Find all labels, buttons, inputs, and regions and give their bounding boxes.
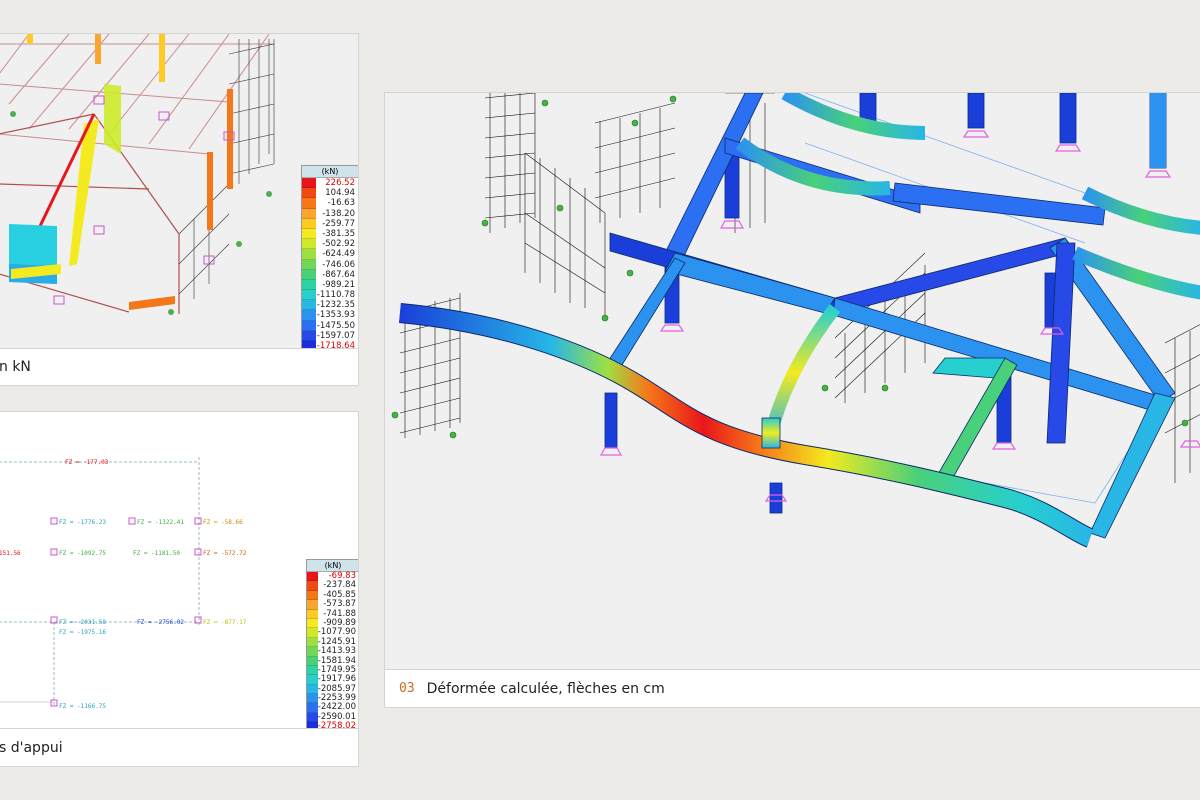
svg-text:FZ = -1975.16: FZ = -1975.16 bbox=[59, 629, 106, 636]
legend-value: -502.92 bbox=[322, 239, 355, 250]
legend-unit: (kN) bbox=[302, 166, 358, 178]
legend-color-swatch bbox=[302, 259, 316, 270]
legend-color-swatch bbox=[302, 330, 316, 341]
legend-color-swatch bbox=[302, 310, 316, 321]
svg-text:FZ = -2756.02: FZ = -2756.02 bbox=[137, 619, 184, 626]
legend-color-swatch bbox=[307, 647, 318, 657]
caption-number: 03 bbox=[399, 681, 415, 696]
legend-color-swatch bbox=[307, 675, 318, 685]
legend-color-bar bbox=[307, 572, 318, 730]
legend-color-swatch bbox=[302, 178, 316, 189]
result-panel-reactions: FZ = -1776.23 FZ = -1322.41 FZ = -58.66 … bbox=[0, 411, 359, 767]
legend-color-swatch bbox=[302, 188, 316, 199]
model-view-forces[interactable]: (kN) 226.52 104.94 -16.63 -138.20 -259.77 -38… bbox=[0, 34, 358, 350]
panel-caption: 03 Déformée calculée, flèches en cm bbox=[385, 669, 1200, 707]
legend-color-swatch bbox=[307, 618, 318, 629]
legend-color-swatch bbox=[307, 581, 318, 591]
legend-value: 104.94 bbox=[325, 188, 355, 199]
legend-value: -624.49 bbox=[322, 249, 355, 260]
legend-color-swatch bbox=[307, 590, 318, 601]
color-scale-legend: (kN) 226.52 104.94 -16.63 -138.20 -259.77 -38… bbox=[301, 165, 358, 350]
legend-value: -16.63 bbox=[327, 198, 355, 209]
legend-color-swatch bbox=[307, 684, 318, 695]
legend-value: -1232.35 bbox=[316, 300, 355, 311]
legend-color-swatch bbox=[302, 300, 316, 311]
reactions-plan-drawing: FZ = -1776.23 FZ = -1322.41 FZ = -58.66 … bbox=[0, 457, 247, 710]
legend-color-swatch bbox=[307, 694, 318, 704]
caption-text: n kN bbox=[0, 359, 31, 375]
legend-color-swatch bbox=[307, 637, 318, 648]
legend-value: -989.21 bbox=[322, 279, 355, 290]
legend-value: -1353.93 bbox=[316, 310, 355, 321]
legend-values: -69.83 -237.84 -405.85 -573.87 -741.88 -909.8… bbox=[318, 571, 358, 730]
legend-color-swatch bbox=[302, 320, 316, 331]
svg-text:FZ = -1092.75: FZ = -1092.75 bbox=[59, 550, 106, 557]
reaction-label: FZ = -1776.23 bbox=[59, 519, 106, 526]
legend-value: -381.35 bbox=[322, 228, 355, 239]
legend-values: 226.52 104.94 -16.63 -138.20 -259.77 -381.35-… bbox=[316, 178, 358, 350]
legend-color-swatch bbox=[302, 279, 316, 291]
legend-value: -746.06 bbox=[322, 259, 355, 270]
svg-text:FZ = -1322.41: FZ = -1322.41 bbox=[137, 519, 184, 526]
panel-caption: n kN bbox=[0, 348, 358, 385]
legend-color-swatch bbox=[302, 228, 316, 240]
legend-color-swatch bbox=[307, 656, 318, 666]
svg-text:FZ = -1181.50: FZ = -1181.50 bbox=[133, 550, 180, 557]
legend-color-swatch bbox=[307, 665, 318, 676]
legend-color-swatch bbox=[302, 290, 316, 301]
svg-text:FZ = -1166.75: FZ = -1166.75 bbox=[59, 703, 106, 710]
legend-color-swatch bbox=[302, 249, 316, 260]
svg-text:FZ = -58.66: FZ = -58.66 bbox=[203, 519, 243, 526]
legend-value: -259.77 bbox=[322, 218, 355, 229]
legend-color-swatch bbox=[302, 269, 316, 280]
caption-text: Déformée calculée, flèches en cm bbox=[426, 680, 665, 697]
legend-value: -867.64 bbox=[322, 269, 355, 280]
legend-color-swatch bbox=[302, 208, 316, 219]
svg-text:FZ = -2031.58: FZ = -2031.58 bbox=[59, 619, 106, 626]
svg-text:FZ = -572.72: FZ = -572.72 bbox=[203, 550, 247, 557]
result-panel-forces: (kN) 226.52 104.94 -16.63 -138.20 -259.77 -38… bbox=[0, 33, 359, 386]
legend-color-swatch bbox=[307, 703, 318, 713]
legend-value: 226.52 bbox=[325, 178, 355, 188]
legend-value: -1475.50 bbox=[316, 320, 355, 331]
legend-color-swatch bbox=[302, 198, 316, 209]
caption-text: s d'appui bbox=[0, 739, 63, 756]
legend-color-swatch bbox=[302, 218, 316, 229]
svg-text:151.56: 151.56 bbox=[0, 550, 21, 557]
svg-text:FZ = -877.17: FZ = -877.17 bbox=[203, 619, 247, 626]
panel-caption: s d'appui bbox=[0, 728, 358, 766]
legend-color-swatch bbox=[302, 239, 316, 250]
legend-color-swatch bbox=[307, 572, 318, 582]
legend-color-swatch bbox=[307, 600, 318, 610]
result-panel-deformation: 03 Déformée calculée, flèches en cm bbox=[384, 92, 1200, 708]
model-view-reactions[interactable]: FZ = -1776.23 FZ = -1322.41 FZ = -58.66 … bbox=[0, 412, 358, 730]
legend-color-swatch bbox=[307, 609, 318, 619]
legend-color-bar bbox=[302, 178, 316, 350]
legend-value: -1597.07 bbox=[316, 330, 355, 341]
svg-text:FZ = -177.03: FZ = -177.03 bbox=[65, 459, 109, 466]
deformed-structure-drawing bbox=[391, 93, 1200, 548]
legend-value: -138.20 bbox=[322, 208, 355, 219]
legend-color-swatch bbox=[307, 712, 318, 723]
model-view-deformation[interactable] bbox=[385, 93, 1200, 671]
legend-color-swatch bbox=[307, 628, 318, 638]
color-scale-legend: (kN) -69.83 -237.84 -405.85 -573.87 -741.88-… bbox=[306, 559, 358, 730]
legend-value: -1110.78 bbox=[316, 290, 355, 301]
